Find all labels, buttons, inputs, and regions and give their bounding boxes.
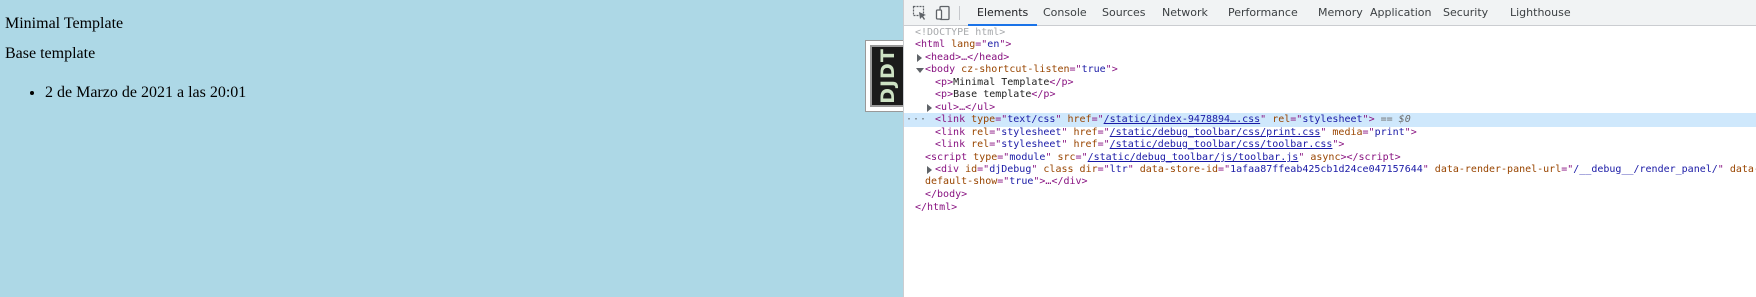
body-tag: body <box>931 64 956 75</box>
collapse-triangle-icon[interactable] <box>916 68 924 73</box>
div-id: djDebug <box>989 164 1032 175</box>
tab-sources[interactable]: Sources <box>1102 0 1146 25</box>
tab-application[interactable]: Application <box>1370 0 1431 25</box>
selected-marker: == $0 <box>1380 114 1411 125</box>
div-dir: ltr <box>1109 164 1128 175</box>
dom-line-djdebug-div[interactable]: <div id="djDebug" class dir="ltr" data-s… <box>904 163 1756 191</box>
djdt-logo: DJDT <box>876 48 899 104</box>
devtools-panel: Elements Console Sources Network Perform… <box>903 0 1756 297</box>
p1-text: Minimal Template <box>953 77 1050 88</box>
dom-line-html[interactable]: <html lang="en"> <box>904 38 1756 52</box>
div-default-show: true <box>1009 176 1034 187</box>
dom-line-link1-selected[interactable]: ··· <link type="text/css" href="/static/… <box>904 113 1756 127</box>
dom-line-html-close[interactable]: </html> <box>904 201 1756 215</box>
body-close: </body> <box>925 189 968 200</box>
link1-href[interactable]: /static/index-9478894….css <box>1104 114 1261 125</box>
list-item: 2 de Marzo de 2021 a las 20:01 <box>45 84 246 102</box>
dom-tree: <!DOCTYPE html> <html lang="en"> <head>…… <box>904 26 1756 297</box>
expand-triangle-icon[interactable] <box>927 166 932 174</box>
dom-line-body-close[interactable]: </body> <box>904 188 1756 202</box>
div-store-id: 1afaa87ffeab425cb1d24ce047157644 <box>1230 164 1423 175</box>
link3-rel: stylesheet <box>1001 139 1062 150</box>
tab-memory[interactable]: Memory <box>1318 0 1363 25</box>
p2-text: Base template <box>953 89 1032 100</box>
expand-triangle-icon[interactable] <box>927 104 932 112</box>
dom-line-link3[interactable]: <link rel="stylesheet" href="/static/deb… <box>904 138 1756 152</box>
script-src[interactable]: /static/debug_toolbar/js/toolbar.js <box>1088 152 1299 163</box>
expand-triangle-icon[interactable] <box>917 54 922 62</box>
page-viewport: Minimal Template Base template 2 de Marz… <box>0 0 903 297</box>
link1-type: text/css <box>1007 114 1056 125</box>
dom-line-body[interactable]: <body cz-shortcut-listen="true"> <box>904 63 1756 77</box>
link3-href[interactable]: /static/debug_toolbar/css/toolbar.css <box>1110 139 1333 150</box>
tab-lighthouse[interactable]: Lighthouse <box>1510 0 1571 25</box>
dom-line-p2[interactable]: <p>Base template</p> <box>904 88 1756 102</box>
inspect-element-icon[interactable] <box>912 5 928 21</box>
date-list: 2 de Marzo de 2021 a las 20:01 <box>24 84 246 102</box>
body-attr-name: cz-shortcut-listen <box>961 64 1070 75</box>
tab-security[interactable]: Security <box>1443 0 1488 25</box>
djdt-logo-box: DJDT <box>870 45 903 107</box>
paragraph-base-template: Base template <box>5 45 96 62</box>
djdt-toolbar-handle[interactable]: DJDT <box>865 40 903 112</box>
devtools-tab-bar: Elements Console Sources Network Perform… <box>904 0 1756 26</box>
script-flag: async <box>1310 152 1341 163</box>
link2-href[interactable]: /static/debug_toolbar/css/print.css <box>1110 127 1321 138</box>
html-close: </html> <box>915 202 958 213</box>
tab-performance[interactable]: Performance <box>1228 0 1298 25</box>
tab-elements[interactable]: Elements <box>967 0 1038 26</box>
html-attr-value: en <box>987 39 1000 50</box>
div-render-panel-url: /__debug__/render_panel/ <box>1573 164 1718 175</box>
more-options-icon[interactable]: ··· <box>906 113 927 127</box>
html-tag: html <box>921 39 946 50</box>
html-attr-name: lang <box>951 39 976 50</box>
script-type: module <box>1009 152 1046 163</box>
body-attr-value: true <box>1081 64 1106 75</box>
toolbar-separator <box>959 6 960 20</box>
paragraph-minimal-template: Minimal Template <box>5 15 124 32</box>
tab-console[interactable]: Console <box>1043 0 1087 25</box>
link2-rel: stylesheet <box>1001 127 1062 138</box>
device-toolbar-icon[interactable] <box>935 5 951 21</box>
link2-media: print <box>1374 127 1405 138</box>
tab-network[interactable]: Network <box>1162 0 1208 25</box>
link1-rel: stylesheet <box>1302 114 1363 125</box>
